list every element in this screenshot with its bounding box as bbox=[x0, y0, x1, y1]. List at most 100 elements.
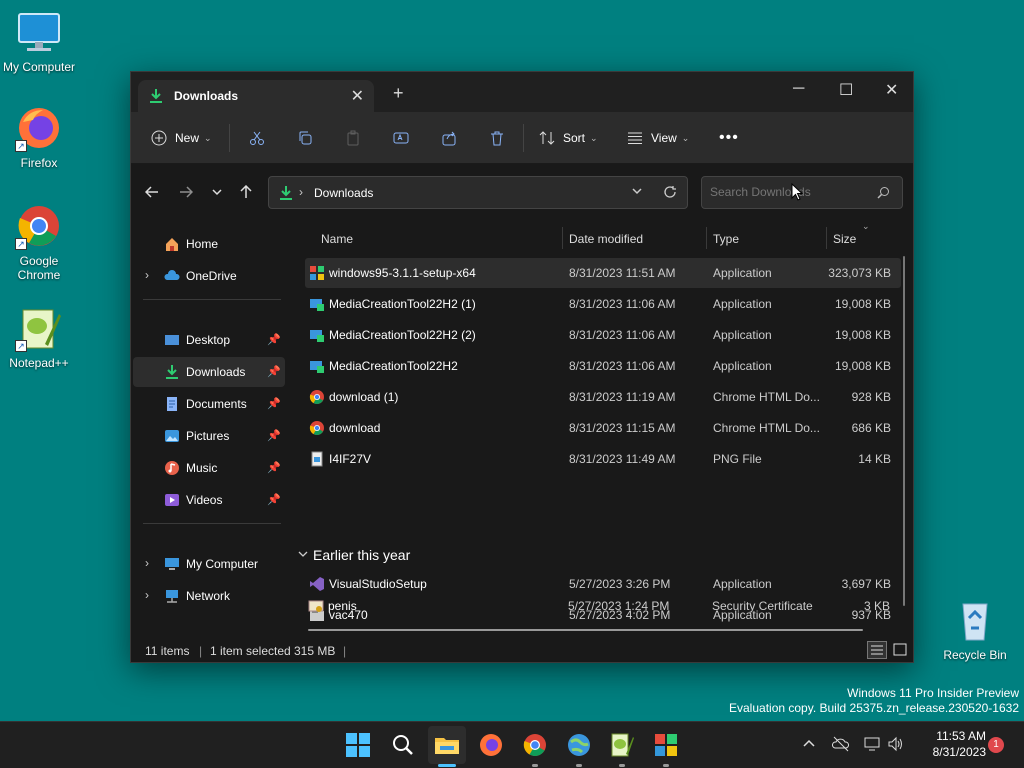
pin-icon: 📌 bbox=[267, 462, 281, 474]
sort-button-label: Sort bbox=[563, 131, 586, 145]
documents-icon bbox=[164, 396, 180, 412]
taskbar-chrome[interactable] bbox=[522, 732, 548, 758]
desktop-icon-firefox[interactable]: ↗ Firefox bbox=[0, 104, 78, 170]
search-button[interactable] bbox=[390, 732, 416, 758]
taskbar-notepadpp[interactable] bbox=[609, 732, 635, 758]
desktop-icon-notepadpp[interactable]: ↗ Notepad++ bbox=[0, 304, 78, 370]
view-button[interactable]: View ⌄ bbox=[627, 126, 689, 150]
taskbar-installer-app[interactable] bbox=[653, 732, 679, 758]
refresh-icon[interactable] bbox=[663, 185, 677, 202]
delete-button[interactable] bbox=[489, 126, 505, 150]
paste-button[interactable] bbox=[345, 126, 361, 150]
recent-locations-button[interactable] bbox=[211, 185, 223, 202]
more-options-button[interactable]: ••• bbox=[719, 126, 739, 150]
details-view-button[interactable] bbox=[867, 641, 887, 659]
running-app-indicator bbox=[532, 764, 538, 767]
start-button[interactable] bbox=[345, 732, 371, 758]
globe-icon bbox=[568, 734, 590, 756]
volume-icon[interactable] bbox=[887, 736, 903, 755]
download-folder-icon bbox=[278, 185, 294, 204]
new-tab-button[interactable]: + bbox=[393, 84, 404, 102]
close-window-button[interactable]: ✕ bbox=[885, 80, 898, 100]
address-bar[interactable]: › Downloads bbox=[268, 176, 688, 209]
chevron-down-icon: ⌄ bbox=[681, 132, 690, 143]
sidebar-item-videos[interactable]: Videos 📌 bbox=[133, 485, 285, 515]
cut-button[interactable] bbox=[249, 126, 265, 150]
desktop-icon-label: Recycle Bin bbox=[943, 648, 1007, 662]
horizontal-scrollbar[interactable] bbox=[308, 629, 863, 631]
chevron-up-icon bbox=[803, 739, 815, 747]
sidebar-item-onedrive[interactable]: › OneDrive bbox=[133, 261, 285, 291]
search-icon bbox=[877, 186, 890, 202]
sidebar-item-my-computer[interactable]: › My Computer bbox=[133, 549, 285, 579]
table-row[interactable]: download (1) 8/31/2023 11:19 AM Chrome H… bbox=[305, 382, 901, 412]
column-header-date[interactable]: Date modified bbox=[569, 232, 643, 246]
desktop-icon-my-computer[interactable]: My Computer bbox=[0, 8, 78, 74]
forward-button[interactable] bbox=[179, 185, 194, 202]
sidebar-item-home[interactable]: Home bbox=[133, 229, 285, 259]
table-row[interactable]: I4IF27V 8/31/2023 11:49 AM PNG File 14 K… bbox=[305, 444, 901, 474]
vertical-scrollbar[interactable] bbox=[903, 256, 905, 606]
column-divider[interactable] bbox=[562, 227, 563, 249]
sort-button[interactable]: Sort ⌄ bbox=[539, 126, 598, 150]
new-button[interactable]: New ⌄ bbox=[151, 126, 212, 150]
notification-badge[interactable]: 1 bbox=[988, 737, 1004, 753]
network-status-icon[interactable] bbox=[831, 736, 850, 755]
sidebar-item-network[interactable]: › Network bbox=[133, 581, 285, 611]
sidebar-item-downloads[interactable]: Downloads 📌 bbox=[133, 357, 285, 387]
table-row[interactable]: MediaCreationTool22H2 8/31/2023 11:06 AM… bbox=[305, 351, 901, 381]
show-hidden-icons-button[interactable] bbox=[802, 736, 816, 753]
display-icon[interactable] bbox=[864, 736, 880, 755]
chevron-right-icon[interactable]: › bbox=[145, 268, 149, 282]
taskbar-file-explorer[interactable] bbox=[428, 726, 466, 764]
share-icon bbox=[442, 131, 456, 146]
taskbar-globe-app[interactable] bbox=[566, 732, 592, 758]
sidebar-item-label: OneDrive bbox=[186, 269, 237, 283]
copy-button[interactable] bbox=[297, 126, 313, 150]
table-row[interactable]: MediaCreationTool22H2 (2) 8/31/2023 11:0… bbox=[305, 320, 901, 350]
breadcrumb[interactable]: Downloads bbox=[314, 186, 373, 200]
sidebar-item-pictures[interactable]: Pictures 📌 bbox=[133, 421, 285, 451]
file-name: download bbox=[329, 421, 381, 435]
file-type: Application bbox=[713, 266, 772, 280]
file-date: 8/31/2023 11:19 AM bbox=[569, 390, 676, 404]
file-type: Application bbox=[713, 297, 772, 311]
share-button[interactable] bbox=[441, 126, 457, 150]
earlier-this-year-header[interactable]: Earlier this year bbox=[297, 545, 597, 567]
taskbar-firefox[interactable] bbox=[478, 732, 504, 758]
desktop-icon-chrome[interactable]: ↗ Google Chrome bbox=[0, 202, 78, 282]
toolbar-divider bbox=[229, 124, 230, 152]
arrow-right-icon bbox=[180, 186, 194, 198]
address-history-chevron-icon[interactable] bbox=[631, 184, 643, 201]
column-divider[interactable] bbox=[706, 227, 707, 249]
minimize-button[interactable]: ─ bbox=[793, 80, 804, 98]
tiles-view-button[interactable] bbox=[891, 641, 909, 659]
back-button[interactable] bbox=[144, 185, 159, 202]
file-date: 8/31/2023 11:15 AM bbox=[569, 421, 676, 435]
column-header-type[interactable]: Type bbox=[713, 232, 739, 246]
table-row[interactable]: MediaCreationTool22H2 (1) 8/31/2023 11:0… bbox=[305, 289, 901, 319]
up-button[interactable] bbox=[239, 184, 253, 202]
column-divider[interactable] bbox=[826, 227, 827, 249]
search-input[interactable] bbox=[710, 185, 870, 199]
maximize-button[interactable]: ☐ bbox=[839, 80, 853, 100]
monitor-icon bbox=[164, 556, 180, 572]
column-header-size[interactable]: Size bbox=[833, 232, 856, 246]
chevron-right-icon[interactable]: › bbox=[145, 588, 149, 602]
table-row[interactable]: windows95-3.1.1-setup-x64 8/31/2023 11:5… bbox=[305, 258, 901, 288]
sidebar-item-music[interactable]: Music 📌 bbox=[133, 453, 285, 483]
table-row[interactable]: download 8/31/2023 11:15 AM Chrome HTML … bbox=[305, 413, 901, 443]
download-folder-icon bbox=[164, 364, 180, 380]
tab-downloads[interactable]: Downloads ✕ bbox=[138, 80, 374, 112]
sidebar-item-label: Documents bbox=[186, 397, 247, 411]
table-row[interactable]: penis 5/27/2023 1:24 PM Security Certifi… bbox=[304, 591, 900, 621]
chevron-right-icon[interactable]: › bbox=[145, 556, 149, 570]
rename-button[interactable] bbox=[393, 126, 409, 150]
sidebar-item-documents[interactable]: Documents 📌 bbox=[133, 389, 285, 419]
sidebar-item-desktop[interactable]: Desktop 📌 bbox=[133, 325, 285, 355]
desktop-icon-recycle-bin[interactable]: Recycle Bin bbox=[936, 596, 1014, 662]
column-header-name[interactable]: Name bbox=[321, 232, 353, 246]
clock[interactable]: 11:53 AM 8/31/2023 bbox=[916, 728, 986, 760]
close-tab-icon[interactable]: ✕ bbox=[351, 86, 364, 106]
file-size: 928 KB bbox=[851, 390, 891, 404]
